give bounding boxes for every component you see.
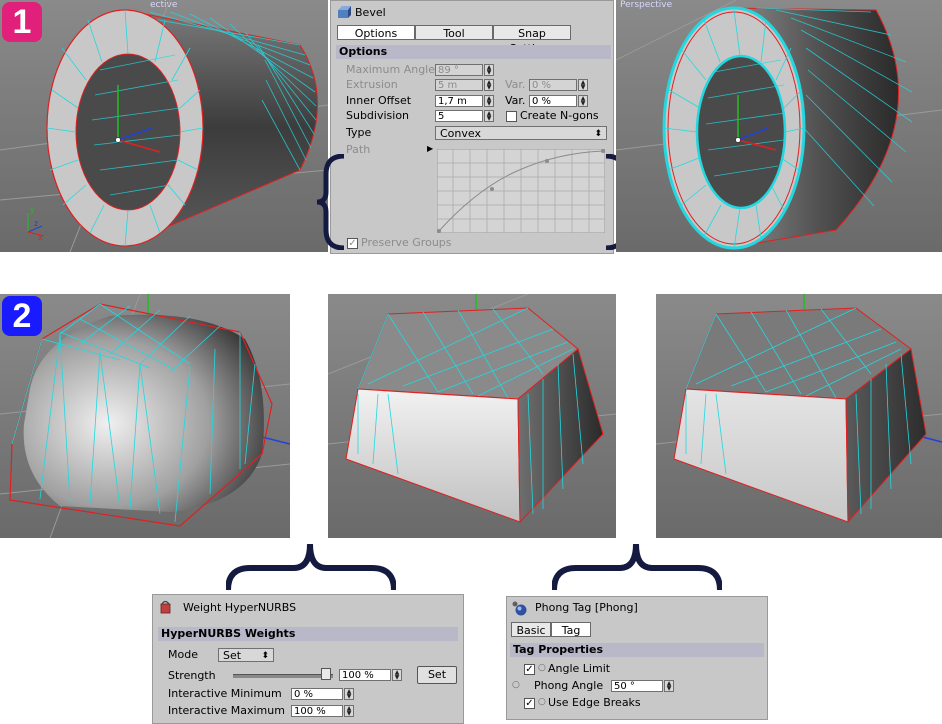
angle-limit-checkbox[interactable]: ✓	[524, 664, 535, 675]
phong-box-render	[656, 294, 942, 524]
panel-title: Phong Tag [Phong]	[535, 601, 638, 614]
section-header: Tag Properties	[510, 643, 764, 657]
keyframe-dot-icon: ○	[538, 697, 546, 707]
interactive-maximum-field[interactable]: 100 %	[291, 705, 343, 717]
cylinder-render: y z x	[0, 0, 328, 252]
max-angle-label: Maximum Angle	[346, 63, 435, 76]
inner-offset-spinner[interactable]: ▲ ▼	[484, 95, 494, 107]
tab-snap-settings[interactable]: Snap Settings	[493, 25, 571, 55]
mode-dropdown[interactable]: Set ⬍	[218, 648, 274, 662]
interactive-minimum-field[interactable]: 0 %	[291, 688, 343, 700]
keyframe-dot-icon: ○	[538, 663, 546, 673]
bevel-icon	[338, 6, 351, 18]
svg-text:x: x	[38, 233, 43, 242]
bevel-tabs: Options Tool Snap Settings	[337, 25, 571, 55]
interactive-minimum-label: Interactive Minimum	[168, 687, 282, 700]
extrusion-field[interactable]: 5 m	[435, 79, 483, 91]
interactive-maximum-label: Interactive Maximum	[168, 704, 285, 717]
viewport-1-left[interactable]: ective y z x	[0, 0, 328, 252]
extrusion-spinner[interactable]: ▲ ▼	[484, 79, 494, 91]
weight-hypernurbs-icon	[160, 600, 171, 614]
tab-basic[interactable]: Basic	[511, 622, 551, 637]
tab-tag[interactable]: Tag	[551, 622, 591, 637]
angle-limit-label: Angle Limit	[548, 662, 611, 675]
inner-offset-var-field[interactable]: 0 %	[529, 95, 577, 107]
extrusion-var-field[interactable]: 0 %	[529, 79, 577, 91]
inner-offset-label: Inner Offset	[346, 94, 412, 107]
dropdown-arrow-icon: ⬍	[594, 129, 602, 139]
svg-text:z: z	[34, 219, 38, 228]
strength-label: Strength	[168, 669, 216, 682]
brace-left-icon	[316, 154, 345, 250]
step-1-badge: 1	[2, 2, 42, 42]
preserve-groups-checkbox[interactable]: ✓	[347, 238, 358, 249]
phong-angle-spinner[interactable]: ▲ ▼	[664, 680, 674, 692]
section-header: HyperNURBS Weights	[158, 627, 458, 641]
mode-label: Mode	[168, 648, 198, 661]
svg-text:y: y	[30, 205, 35, 214]
strength-field[interactable]: 100 %	[339, 669, 391, 681]
strength-slider-handle[interactable]	[321, 668, 331, 680]
inner-offset-field[interactable]: 1,7 m	[435, 95, 483, 107]
subdivision-field[interactable]: 5	[435, 110, 483, 122]
tab-tool[interactable]: Tool	[415, 25, 493, 40]
type-dropdown-value: Convex	[440, 127, 481, 140]
viewport-2-right[interactable]	[656, 294, 942, 538]
create-ngons-label: Create N-gons	[520, 109, 599, 122]
create-ngons-checkbox[interactable]	[506, 111, 517, 122]
brace-top-left-icon	[226, 543, 396, 591]
subdivision-label: Subdivision	[346, 109, 410, 122]
extrusion-label: Extrusion	[346, 78, 398, 91]
keyframe-dot-icon: ○	[512, 680, 520, 690]
cylinder-bevel-render	[616, 0, 942, 250]
inner-offset-var-label: Var.	[505, 94, 526, 107]
preserve-groups-label: Preserve Groups	[361, 236, 452, 249]
phong-angle-field[interactable]: 50 °	[611, 680, 663, 692]
max-angle-field[interactable]: 89 °	[435, 64, 483, 76]
use-edge-breaks-label: Use Edge Breaks	[548, 696, 641, 709]
phong-tag-panel: Phong Tag [Phong] Basic Tag Tag Properti…	[506, 596, 768, 720]
path-expand-icon[interactable]: ▶	[427, 144, 433, 153]
strength-slider-track[interactable]	[233, 674, 333, 678]
path-curve-graph[interactable]	[437, 149, 605, 233]
extrusion-var-label: Var.	[505, 78, 526, 91]
max-angle-spinner[interactable]: ▲ ▼	[484, 64, 494, 76]
interactive-maximum-spinner[interactable]: ▲ ▼	[344, 705, 354, 717]
bevel-panel: Bevel Options Tool Snap Settings Options…	[330, 0, 614, 254]
subdivision-spinner[interactable]: ▲ ▼	[484, 110, 494, 122]
hypernurbs-box-render	[0, 294, 290, 538]
use-edge-breaks-checkbox[interactable]: ✓	[524, 698, 535, 709]
step-2-badge: 2	[2, 296, 42, 336]
panel-title: Bevel	[355, 6, 386, 19]
interactive-minimum-spinner[interactable]: ▲ ▼	[344, 688, 354, 700]
type-dropdown[interactable]: Convex ⬍	[435, 126, 607, 140]
tab-options[interactable]: Options	[337, 25, 415, 40]
phong-tabs: Basic Tag	[511, 622, 591, 637]
strength-spinner[interactable]: ▲ ▼	[392, 669, 402, 681]
inner-offset-var-spinner[interactable]: ▲ ▼	[578, 95, 588, 107]
set-button[interactable]: Set	[417, 666, 457, 684]
brace-top-right-icon	[552, 543, 722, 591]
extrusion-var-spinner[interactable]: ▲ ▼	[578, 79, 588, 91]
phong-tag-icon	[512, 601, 527, 616]
panel-title: Weight HyperNURBS	[183, 601, 297, 614]
path-label: Path	[346, 143, 371, 156]
mode-dropdown-value: Set	[223, 649, 242, 662]
viewport-1-right[interactable]: Perspective	[616, 0, 942, 252]
viewport-2-middle[interactable]	[328, 294, 616, 538]
beveled-box-render	[328, 294, 616, 524]
weight-hypernurbs-panel: Weight HyperNURBS HyperNURBS Weights Mod…	[152, 594, 464, 724]
phong-angle-label: Phong Angle	[534, 679, 604, 692]
type-label: Type	[346, 126, 372, 139]
section-header: Options	[336, 45, 611, 59]
viewport-2-left[interactable]	[0, 294, 290, 538]
dropdown-arrow-icon: ⬍	[261, 651, 269, 661]
